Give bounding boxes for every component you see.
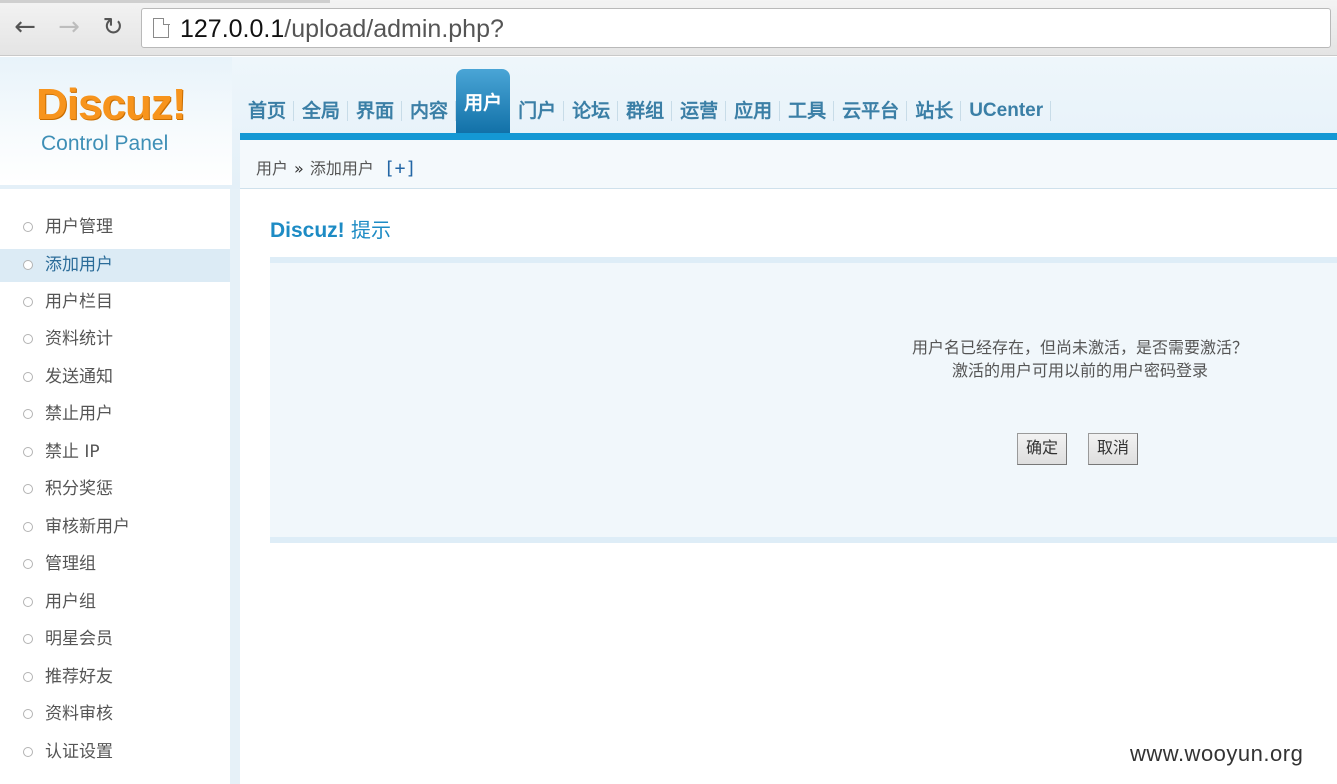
page-title-text: 提示: [351, 218, 392, 242]
breadcrumb-current: 添加用户: [309, 159, 374, 178]
url-path: /upload/admin.php?: [284, 15, 504, 43]
bullet-icon: [23, 671, 33, 682]
bullet-icon: [23, 334, 33, 344]
sidebar-item-label: 推荐好友: [45, 666, 113, 687]
nav-group[interactable]: 群组: [618, 89, 673, 133]
page-title-brand: Discuz!: [270, 219, 345, 242]
nav-global[interactable]: 全局: [294, 89, 349, 133]
reload-icon[interactable]: ↻: [98, 12, 128, 42]
message-line-1: 用户名已经存在，但尚未激活，是否需要激活？: [911, 338, 1248, 357]
sidebar-item-label: 用户栏目: [45, 291, 113, 312]
bullet-icon: [23, 709, 33, 719]
sidebar-item-recommend-friends[interactable]: 推荐好友: [0, 659, 230, 697]
sidebar-item-label: 认证设置: [45, 741, 113, 762]
bullet-icon: [23, 371, 33, 382]
nav-home[interactable]: 首页: [240, 89, 295, 133]
sidebar-item-profile-fields[interactable]: 用户栏目: [0, 284, 230, 322]
nav-forum[interactable]: 论坛: [564, 89, 619, 133]
logo-subtitle: Control Panel: [41, 132, 169, 155]
top-nav: 首页 全局 界面 内容 用户 门户 论坛 群组 运营 应用 工具 云平台 站长 …: [240, 69, 1052, 133]
sidebar-item-label: 发送通知: [45, 366, 113, 387]
sidebar-item-label: 禁止 IP: [45, 441, 100, 462]
nav-cloud[interactable]: 云平台: [834, 89, 908, 133]
nav-founder[interactable]: 站长: [907, 89, 962, 133]
logo-text: Discuz!: [36, 80, 186, 129]
url-text[interactable]: 127.0.0.1/upload/admin.php?: [180, 13, 504, 45]
sidebar-item-verify-settings[interactable]: 认证设置: [0, 734, 230, 772]
nav-user[interactable]: 用户: [456, 69, 511, 133]
sidebar-item-admin-groups[interactable]: 管理组: [0, 546, 230, 584]
admin-header: Discuz! Control Panel 首页 全局 界面 内容 用户 门户 …: [0, 57, 1337, 189]
breadcrumb-separator: »: [294, 159, 304, 178]
watermark: www.wooyun.org: [1130, 741, 1304, 766]
sidebar: 用户管理 添加用户 用户栏目 资料统计 发送通知 禁止用户 禁止 IP 积分奖惩…: [0, 189, 240, 784]
nav-tools[interactable]: 工具: [780, 89, 835, 133]
nav-operation[interactable]: 运营: [672, 89, 727, 133]
bullet-icon: [23, 484, 33, 494]
breadcrumb-parent[interactable]: 用户: [256, 159, 288, 178]
sidebar-item-user-groups[interactable]: 用户组: [0, 584, 230, 622]
nav-portal[interactable]: 门户: [510, 89, 565, 133]
nav-underline: [240, 133, 1337, 140]
tab-strip-edge: [0, 0, 330, 3]
bullet-icon: [23, 222, 33, 232]
browser-toolbar: ← → ↻ 127.0.0.1/upload/admin.php?: [0, 0, 1337, 56]
sidebar-item-profile-review[interactable]: 资料审核: [0, 696, 230, 734]
sidebar-item-ban-member[interactable]: 禁止用户: [0, 396, 230, 434]
sidebar-item-label: 资料统计: [45, 329, 113, 349]
bullet-icon: [23, 296, 33, 307]
bullet-icon: [23, 259, 33, 270]
breadcrumb-bar: 用户 » 添加用户 [+]: [240, 140, 1337, 189]
sidebar-item-label: 审核新用户: [45, 516, 130, 537]
nav-ucenter[interactable]: UCenter: [961, 89, 1052, 133]
message-line-2: 激活的用户可用以前的用户密码登录: [951, 361, 1208, 380]
sidebar-item-send-notice[interactable]: 发送通知: [0, 359, 230, 397]
sidebar-item-label: 添加用户: [45, 254, 113, 275]
bullet-icon: [23, 746, 33, 757]
sidebar-item-add-member[interactable]: 添加用户: [0, 248, 230, 282]
add-shortcut-link[interactable]: [+]: [384, 158, 417, 179]
page-title: Discuz! 提示: [270, 214, 391, 243]
sidebar-item-star-members[interactable]: 明星会员: [0, 621, 230, 659]
address-bar[interactable]: 127.0.0.1/upload/admin.php?: [141, 8, 1331, 48]
bullet-icon: [23, 559, 33, 569]
breadcrumb: 用户 » 添加用户 [+]: [256, 155, 416, 179]
nav-content[interactable]: 内容: [402, 89, 457, 133]
bullet-icon: [23, 521, 33, 532]
sidebar-item-label: 用户组: [45, 591, 96, 612]
bullet-icon: [23, 446, 33, 457]
sidebar-item-label: 资料审核: [45, 704, 113, 724]
message-text: 用户名已经存在，但尚未激活，是否需要激活？ 激活的用户可用以前的用户密码登录: [880, 336, 1280, 382]
bullet-icon: [23, 409, 33, 419]
message-box: 用户名已经存在，但尚未激活，是否需要激活？ 激活的用户可用以前的用户密码登录 确…: [270, 257, 1337, 543]
forward-arrow-icon[interactable]: →: [54, 12, 84, 42]
bullet-icon: [23, 596, 33, 607]
page-icon: [153, 17, 170, 38]
sidebar-item-label: 积分奖惩: [45, 479, 113, 499]
nav-plugin[interactable]: 应用: [726, 89, 781, 133]
cancel-button[interactable]: 取消: [1088, 433, 1139, 465]
sidebar-item-ban-ip[interactable]: 禁止 IP: [0, 434, 230, 472]
sidebar-item-credits[interactable]: 积分奖惩: [0, 471, 230, 509]
sidebar-item-label: 用户管理: [45, 217, 113, 237]
url-host: 127.0.0.1: [180, 15, 285, 43]
sidebar-item-moderate-new[interactable]: 审核新用户: [0, 509, 230, 547]
back-arrow-icon[interactable]: ←: [10, 12, 40, 42]
sidebar-item-profile-stats[interactable]: 资料统计: [0, 321, 230, 359]
sidebar-item-label: 管理组: [45, 554, 96, 574]
bullet-icon: [23, 634, 33, 644]
sidebar-item-label: 明星会员: [45, 629, 113, 649]
logo[interactable]: Discuz! Control Panel: [0, 57, 232, 185]
nav-style[interactable]: 界面: [348, 89, 403, 133]
sidebar-item-label: 禁止用户: [45, 404, 113, 424]
confirm-button[interactable]: 确定: [1017, 433, 1068, 465]
sidebar-item-members[interactable]: 用户管理: [0, 209, 230, 247]
